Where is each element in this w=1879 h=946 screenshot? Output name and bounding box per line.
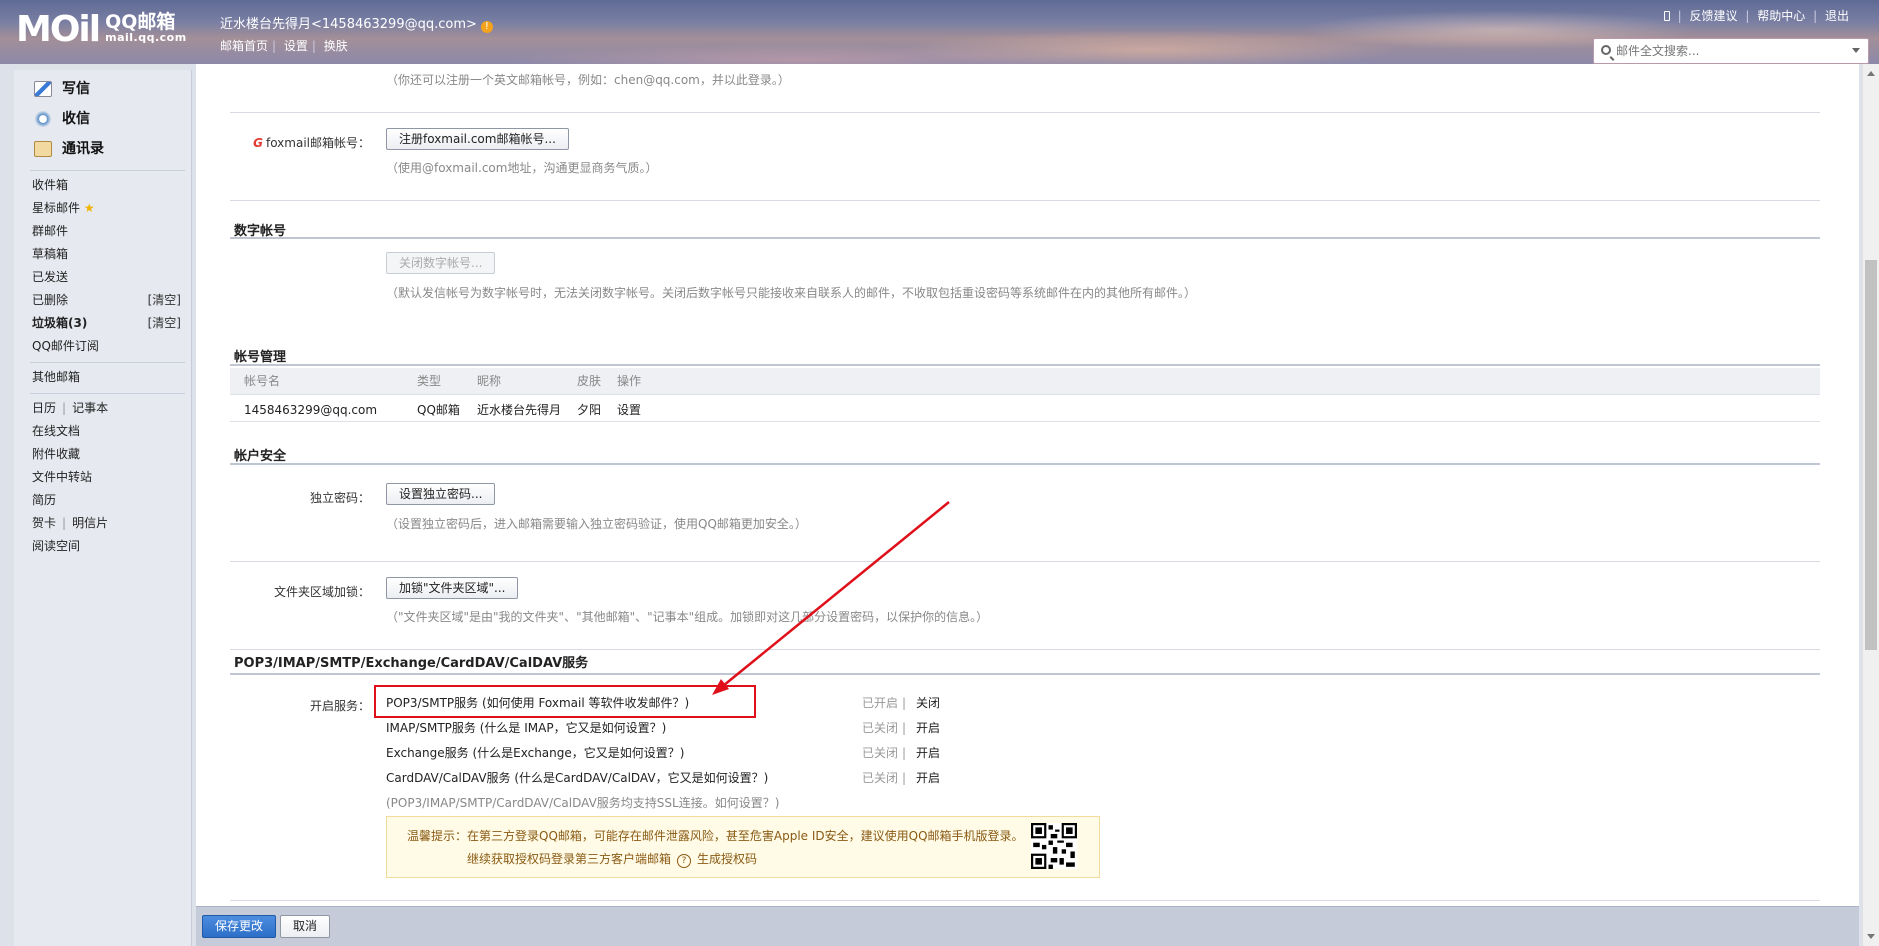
scroll-up-icon[interactable] <box>1867 71 1875 76</box>
scrollbar-thumb[interactable] <box>1865 260 1877 650</box>
scrollbar[interactable] <box>1862 64 1879 946</box>
annotation-arrow <box>712 501 950 695</box>
bottom-action-bar: 保存更改 取消 <box>196 906 1859 946</box>
scroll-down-icon[interactable] <box>1867 934 1875 939</box>
save-button[interactable]: 保存更改 <box>202 915 277 938</box>
cancel-button[interactable]: 取消 <box>280 915 331 938</box>
